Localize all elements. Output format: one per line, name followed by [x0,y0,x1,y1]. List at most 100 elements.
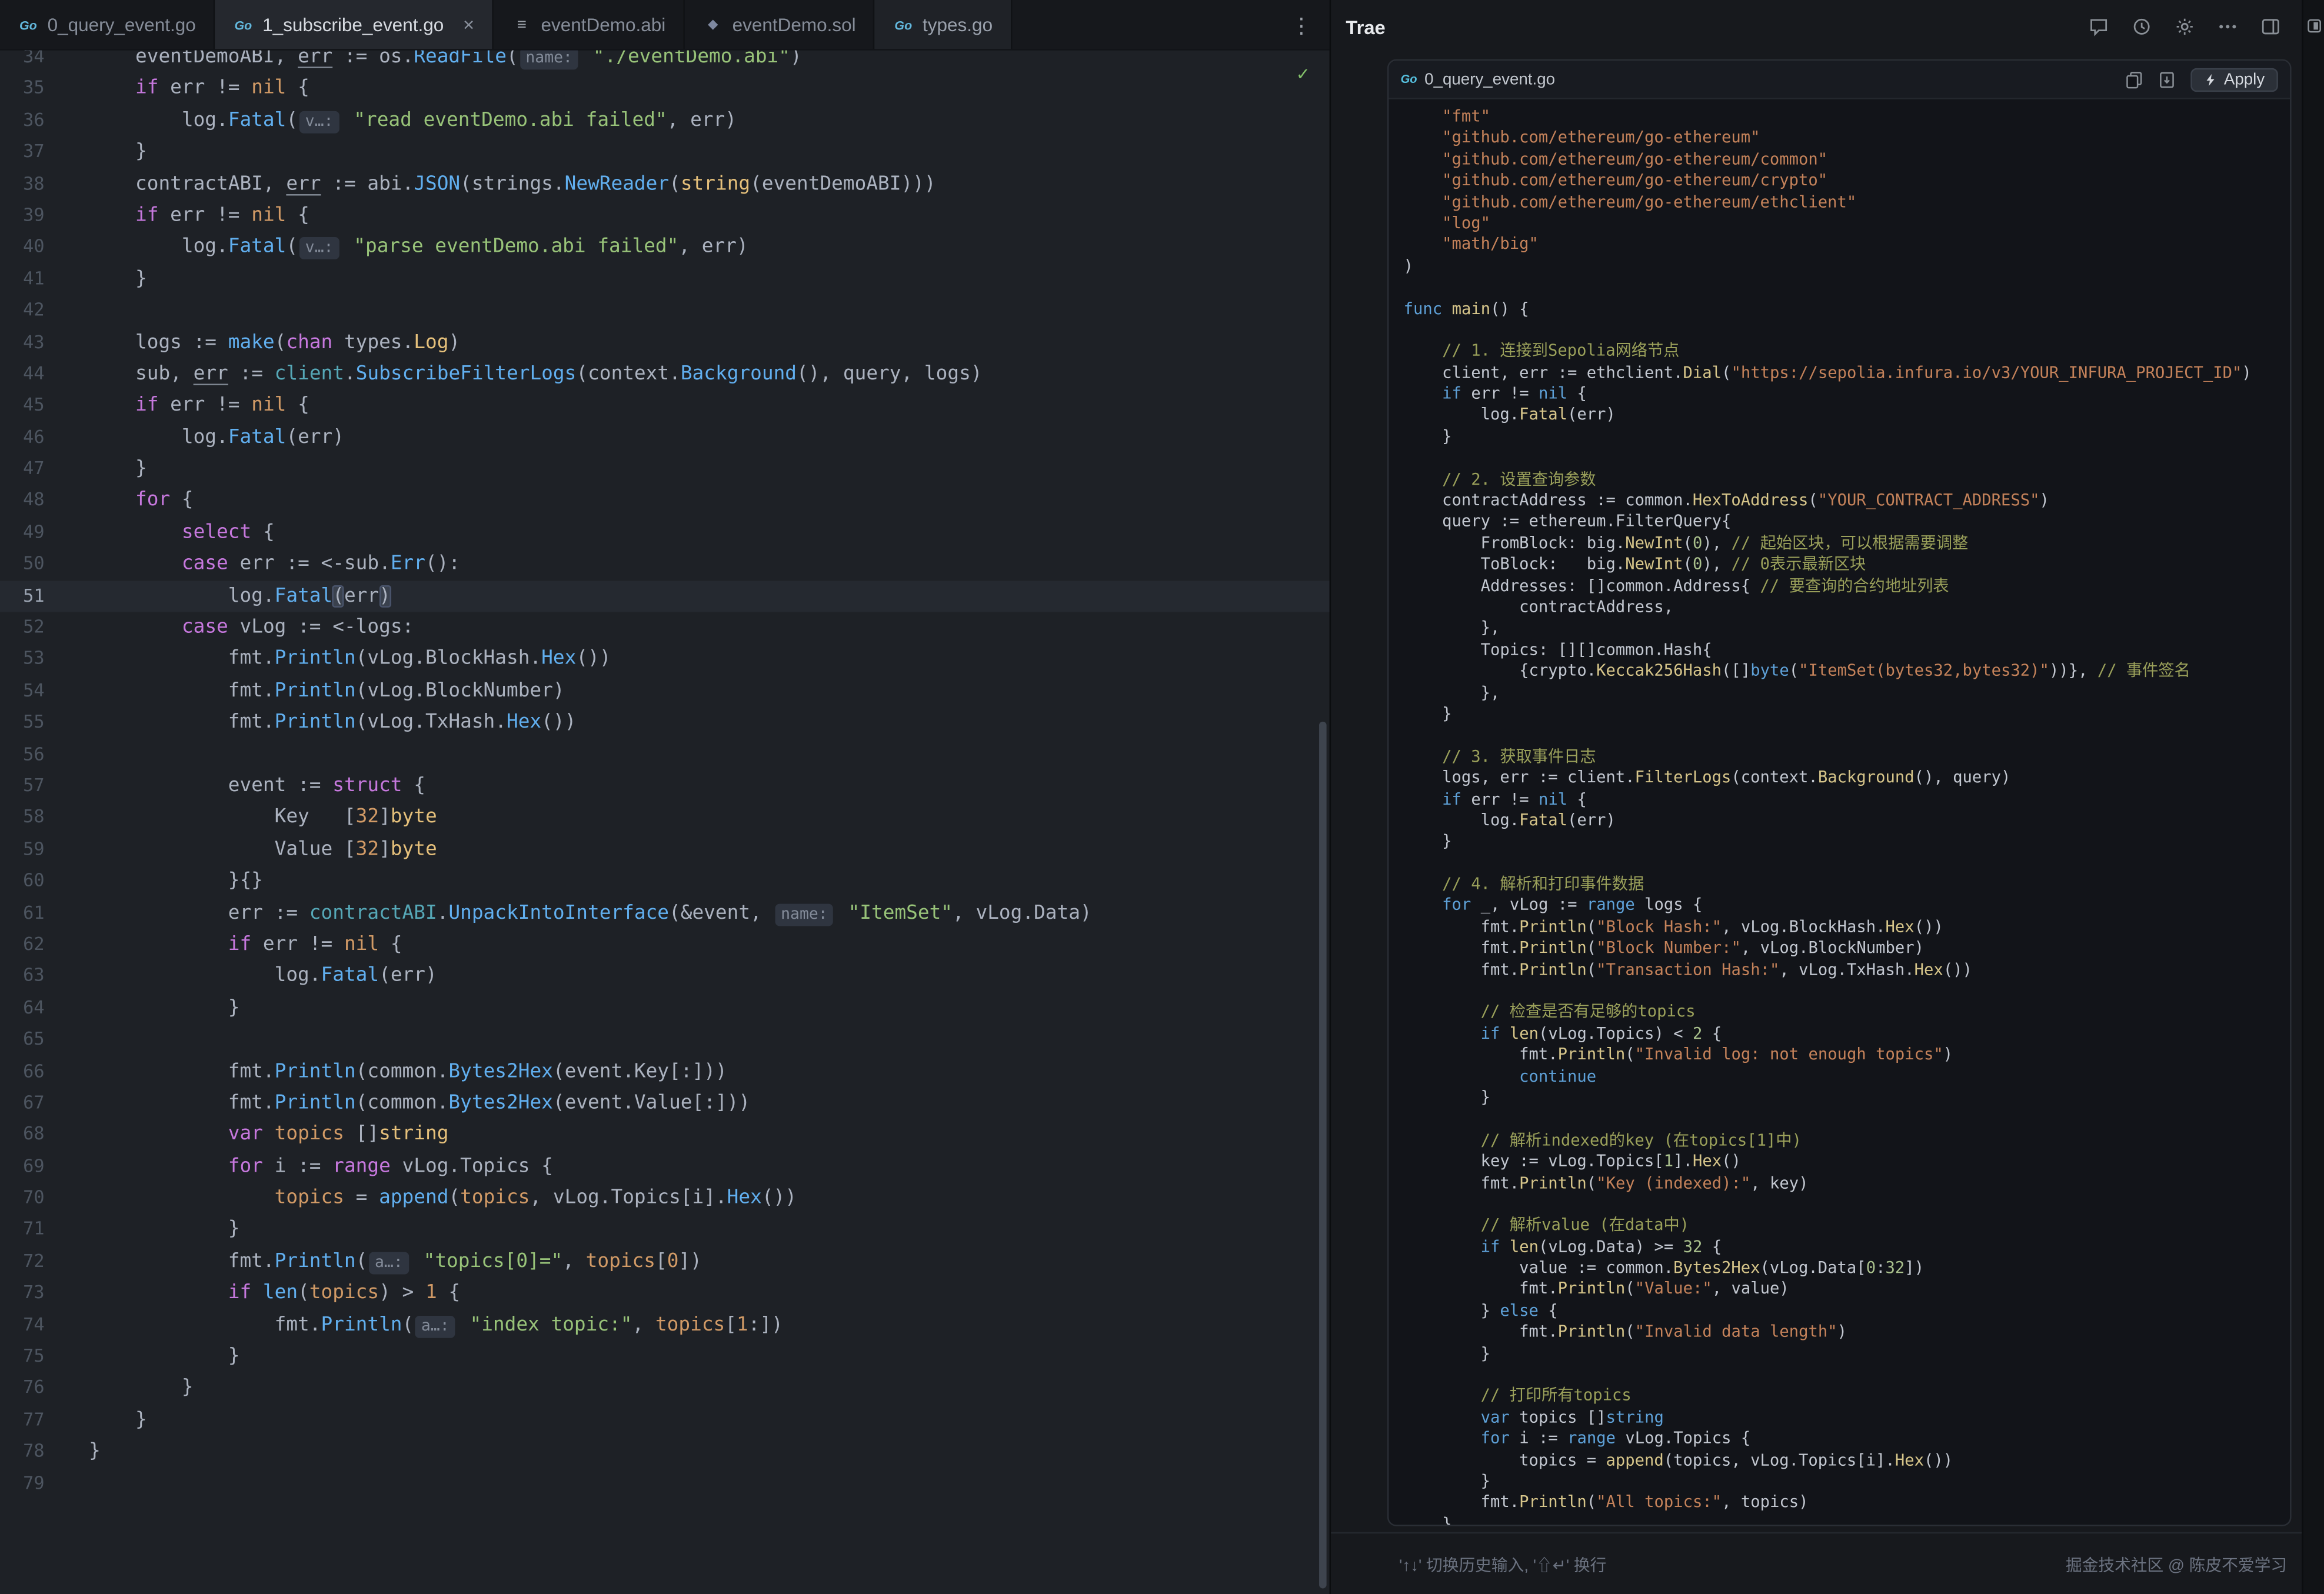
code-line-56[interactable]: 56 [0,739,1330,771]
apply-button[interactable]: Apply [2191,68,2278,91]
history-icon[interactable] [2132,16,2152,37]
code-line-40[interactable]: 40 log.Fatal(v…: "parse eventDemo.abi fa… [0,232,1330,264]
tab-eventDemo.sol[interactable]: ◆eventDemo.sol [685,0,875,49]
code-line-48[interactable]: 48 for { [0,485,1330,517]
chat-input-bar[interactable]: '↑↓' 切换历史输入, '⇧↵' 换行 掘金技术社区 @ 陈皮不爱学习 [1331,1532,2302,1594]
code-line-76[interactable]: 76 } [0,1373,1330,1405]
code-line-68[interactable]: 68 var topics []string [0,1119,1330,1151]
code-token: } [89,141,147,164]
code-line-44[interactable]: 44 sub, err := client.SubscribeFilterLog… [0,358,1330,390]
code-line-58[interactable]: 58 Key [32]byte [0,802,1330,834]
code-line-36[interactable]: 36 log.Fatal(v…: "read eventDemo.abi fai… [0,105,1330,136]
code-line-70[interactable]: 70 topics = append(topics, vLog.Topics[i… [0,1182,1330,1214]
code-line-77[interactable]: 77 } [0,1405,1330,1436]
panel-code-line: // 3. 获取事件日志 [1404,746,2275,768]
code-token: Fatal [228,109,287,132]
settings-gear-icon[interactable] [2175,16,2195,37]
insert-file-icon[interactable] [2159,71,2176,88]
code-line-67[interactable]: 67 fmt.Println(common.Bytes2Hex(event.Va… [0,1088,1330,1119]
code-line-69[interactable]: 69 for i := range vLog.Topics { [0,1151,1330,1183]
code-line-37[interactable]: 37 } [0,136,1330,168]
code-editor[interactable]: 34 eventDemoABI, err := os.ReadFile(name… [0,51,1330,1594]
code-line-50[interactable]: 50 case err := <-sub.Err(): [0,549,1330,581]
tab-eventDemo.abi[interactable]: ≡eventDemo.abi [494,0,685,49]
code-token: Bytes2Hex [1673,1258,1760,1278]
code-line-73[interactable]: 73 if len(topics) > 1 { [0,1278,1330,1309]
panel-code-line: contractAddress, [1404,597,2275,618]
trae-ai-panel: Trae Go [1330,0,2302,1594]
code-line-54[interactable]: 54 fmt.Println(vLog.BlockNumber) [0,675,1330,707]
tab-types.go[interactable]: Gotypes.go [875,0,1011,49]
code-line-66[interactable]: 66 fmt.Println(common.Bytes2Hex(event.Ke… [0,1056,1330,1088]
panel-code-line: query := ethereum.FilterQuery{ [1404,512,2275,533]
code-line-52[interactable]: 52 case vLog := <-logs: [0,612,1330,643]
editor-more-actions-icon[interactable]: ⋮ [1291,0,1311,51]
code-line-46[interactable]: 46 log.Fatal(err) [0,422,1330,453]
code-line-34[interactable]: 34 eventDemoABI, err := os.ReadFile(name… [0,51,1330,74]
code-token: ) > [379,1282,425,1305]
code-token: ( [356,1250,368,1273]
code-token: := [228,363,275,385]
code-line-75[interactable]: 75 } [0,1341,1330,1373]
tab-close-button[interactable]: × [463,14,474,36]
code-line-47[interactable]: 47 } [0,453,1330,485]
code-line-78[interactable]: 78} [0,1436,1330,1468]
code-line-74[interactable]: 74 fmt.Println(a…: "index topic:", topic… [0,1309,1330,1341]
panel-code-line: }, [1404,618,2275,639]
code-token: Println [275,1092,356,1114]
code-token: ([] [1722,661,1750,681]
code-token: { [170,489,193,512]
code-token: if [135,78,158,100]
code-token [263,1123,275,1146]
tab-label: 1_subscribe_event.go [262,14,444,35]
toggle-panel-icon[interactable] [2307,19,2320,33]
code-token: ( [1587,1493,1596,1512]
code-line-72[interactable]: 72 fmt.Println(a…: "topics[0]=", topics[… [0,1246,1330,1278]
feedback-icon[interactable] [2088,16,2109,37]
code-token: "./eventDemo.abi" [593,51,790,68]
panel-code-line: if err != nil { [1404,789,2275,810]
code-text: log.Fatal(err) [45,422,344,453]
code-token: Addresses: []common.Address{ [1404,576,1760,595]
code-line-51[interactable]: 51 log.Fatal(err) [0,581,1330,612]
code-token: ) [379,585,391,607]
code-line-35[interactable]: 35 if err != nil { [0,73,1330,105]
more-icon[interactable] [2218,16,2238,37]
code-line-59[interactable]: 59 Value [32]byte [0,834,1330,866]
code-token: var [228,1123,263,1146]
code-token: ]. [1673,1152,1693,1171]
code-line-71[interactable]: 71 } [0,1214,1330,1246]
editor-lines: 34 eventDemoABI, err := os.ReadFile(name… [0,51,1330,1500]
code-line-57[interactable]: 57 event := struct { [0,771,1330,802]
code-line-63[interactable]: 63 log.Fatal(err) [0,961,1330,992]
code-line-79[interactable]: 79 [0,1468,1330,1499]
tab-0_query_event.go[interactable]: Go0_query_event.go [0,0,215,49]
code-line-65[interactable]: 65 [0,1024,1330,1056]
copy-icon[interactable] [2126,71,2144,88]
code-token: ( [1683,533,1693,552]
layout-panel-icon[interactable] [2260,16,2281,37]
code-line-41[interactable]: 41 } [0,264,1330,295]
code-line-45[interactable]: 45 if err != nil { [0,390,1330,422]
code-token: // 解析value (在data中) [1404,1215,1689,1235]
code-line-60[interactable]: 60 }{} [0,866,1330,898]
code-token: ) [790,51,802,68]
code-line-53[interactable]: 53 fmt.Println(vLog.BlockHash.Hex()) [0,643,1330,675]
code-line-42[interactable]: 42 [0,295,1330,327]
code-token: (context. [1731,768,1817,787]
code-line-43[interactable]: 43 logs := make(chan types.Log) [0,327,1330,359]
tab-1_subscribe_event.go[interactable]: Go1_subscribe_event.go× [215,0,494,49]
code-line-62[interactable]: 62 if err != nil { [0,929,1330,961]
panel-code-line: fmt.Println("Block Number:", vLog.BlockN… [1404,938,2275,959]
code-line-49[interactable]: 49 select { [0,517,1330,549]
code-line-55[interactable]: 55 fmt.Println(vLog.TxHash.Hex()) [0,707,1330,739]
editor-scrollbar[interactable] [1319,722,1327,1589]
code-line-61[interactable]: 61 err := contractABI.UnpackIntoInterfac… [0,897,1330,929]
code-token: , vLog.TxHash. [1779,959,1914,979]
code-token: (common. [356,1092,449,1114]
code-line-64[interactable]: 64 } [0,992,1330,1024]
code-line-38[interactable]: 38 contractABI, err := abi.JSON(strings.… [0,168,1330,200]
panel-code-line: // 1. 连接到Sepolia网络节点 [1404,341,2275,362]
code-token: ( [1789,661,1799,681]
code-line-39[interactable]: 39 if err != nil { [0,200,1330,232]
